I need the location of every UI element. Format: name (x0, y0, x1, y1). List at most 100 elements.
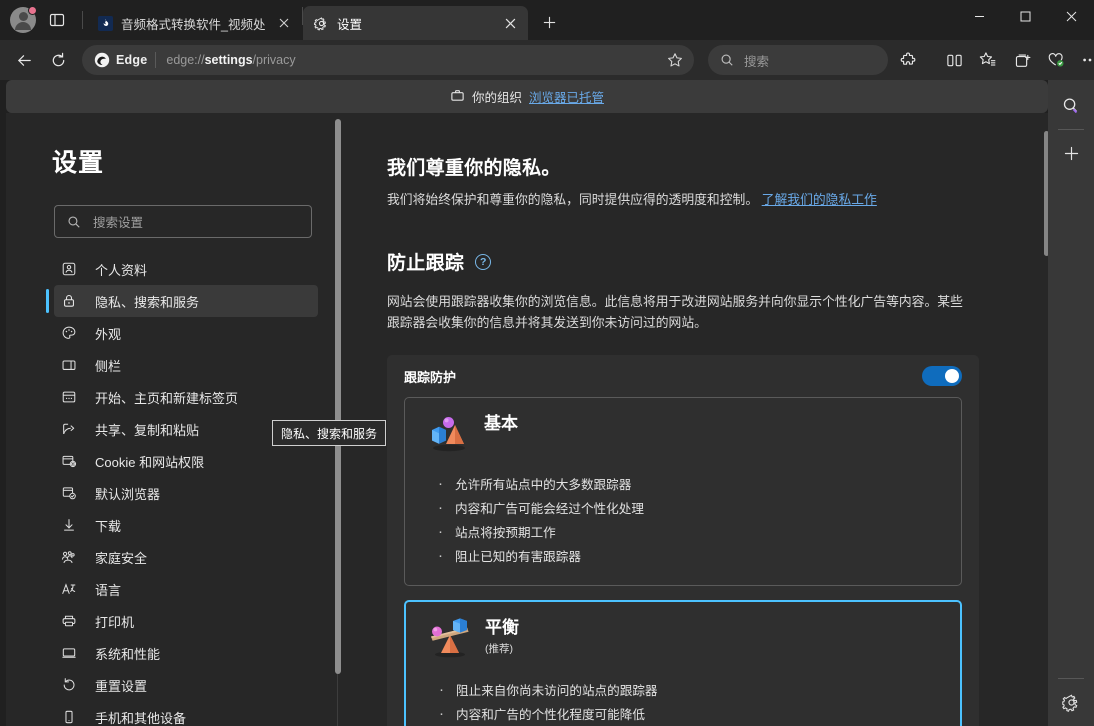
option-title: 平衡 (485, 618, 519, 637)
tab-item-0[interactable]: 音频格式转换软件_视频处理软件_ (87, 6, 302, 40)
sidebar-settings-gear-icon[interactable] (1055, 686, 1087, 718)
banner-text: 你的组织 (471, 91, 522, 105)
option-header: 平衡 (推荐) (406, 618, 960, 663)
printer-icon (60, 613, 77, 630)
more-options-icon[interactable] (1074, 44, 1094, 76)
sidebar-item-label: Cookie 和网站权限 (95, 454, 205, 470)
extensions-icon[interactable] (892, 44, 924, 76)
section-paragraph: 网站会使用跟踪器收集你的浏览信息。此信息将用于改进网站服务并向你显示个性化广告等… (387, 294, 963, 330)
settings-page: 设置 搜索设置 个人资料 隐私、搜索和服务 外观 侧栏 开始、主页和新建标签页 … (6, 113, 1048, 726)
reset-icon (60, 677, 77, 694)
tracking-option-balanced[interactable]: 平衡 (推荐) 阻止来自你尚未访问的站点的跟踪器 内容和广告的个性化程度可能降低… (404, 600, 962, 726)
site-favicon (97, 15, 113, 31)
sidebar-item-languages[interactable]: 语言 (54, 573, 318, 605)
sidebar-item-label: 系统和性能 (95, 646, 161, 662)
search-settings-placeholder: 搜索设置 (93, 216, 144, 230)
balance-scale-icon (429, 618, 471, 663)
tracking-option-basic[interactable]: 基本 允许所有站点中的大多数跟踪器 内容和广告可能会经过个性化处理 站点将按预期… (404, 397, 962, 586)
search-settings-input[interactable]: 搜索设置 (54, 205, 312, 238)
sidebar-item-downloads[interactable]: 下载 (54, 509, 318, 541)
avatar[interactable] (10, 6, 37, 33)
tab-title: 音频格式转换软件_视频处理软件_ (121, 17, 266, 32)
tab-title: 设置 (337, 17, 363, 32)
back-icon[interactable] (8, 44, 40, 76)
maximize-button[interactable] (1002, 0, 1048, 32)
settings-nav-list: 个人资料 隐私、搜索和服务 外观 侧栏 开始、主页和新建标签页 共享、复制和粘贴… (6, 253, 342, 726)
share-icon (60, 421, 77, 438)
question-mark-icon[interactable]: ? (475, 253, 492, 270)
sidebar-item-label: 外观 (95, 326, 122, 342)
browser-essentials-icon[interactable] (1040, 44, 1072, 76)
refresh-icon[interactable] (42, 44, 74, 76)
title-bar: 音频格式转换软件_视频处理软件_ 设置 (0, 0, 1094, 40)
sidebar-add-icon[interactable] (1055, 137, 1087, 169)
search-placeholder: 搜索 (744, 54, 770, 69)
palette-icon (60, 325, 77, 342)
sidebar-item-privacy[interactable]: 隐私、搜索和服务 (46, 285, 318, 317)
sidebar-item-label: 家庭安全 (95, 550, 148, 566)
sidebar-item-appearance[interactable]: 外观 (54, 317, 318, 349)
tooltip-text: 隐私、搜索和服务 (281, 426, 378, 441)
sidebar-search-icon[interactable] (1055, 90, 1087, 122)
address-bar[interactable]: Edge edge://settings/privacy (82, 45, 694, 75)
favorites-icon[interactable] (972, 44, 1004, 76)
default-browser-icon (60, 485, 77, 502)
sidebar-item-label: 默认浏览器 (95, 486, 161, 502)
split-screen-icon[interactable] (938, 44, 970, 76)
sidebar-item-label: 共享、复制和粘贴 (95, 422, 200, 438)
sidebar-item-family-safety[interactable]: 家庭安全 (54, 541, 318, 573)
sidebar-item-cookies[interactable]: Cookie 和网站权限 (54, 445, 318, 477)
sidebar-item-label: 重置设置 (95, 678, 148, 694)
managed-link[interactable]: 浏览器已托管 (529, 87, 604, 106)
sidebar-item-profile[interactable]: 个人资料 (54, 253, 318, 285)
managed-browser-banner: 你的组织 浏览器已托管 (6, 80, 1048, 113)
sidebar-item-label: 下载 (95, 518, 122, 534)
close-icon[interactable] (500, 13, 520, 33)
search-box[interactable]: 搜索 (708, 45, 888, 75)
sidebar-item-startpage[interactable]: 开始、主页和新建标签页 (54, 381, 318, 413)
close-button[interactable] (1048, 0, 1094, 32)
browser-window: 音频格式转换软件_视频处理软件_ 设置 (0, 0, 1094, 726)
tracking-prevention-toggle[interactable] (922, 366, 962, 386)
family-icon (60, 549, 77, 566)
privacy-learn-link[interactable]: 了解我们的隐私工作 (762, 192, 877, 207)
lock-icon (60, 293, 77, 310)
sidebar-item-system[interactable]: 系统和性能 (54, 637, 318, 669)
sidebar-item-label: 隐私、搜索和服务 (95, 294, 200, 310)
settings-content: 我们尊重你的隐私。 我们将始终保护和尊重你的隐私，同时提供应得的透明度和控制。 … (342, 113, 1048, 726)
briefcase-icon (450, 88, 465, 106)
tracking-prevention-card: 跟踪防护 基本 · 允许所有站点中的大多数跟踪器 · 内容和广告可能会经过个性化… (387, 355, 979, 726)
new-tab-button[interactable] (534, 7, 564, 37)
minimize-button[interactable] (956, 0, 1002, 32)
collections-icon[interactable] (1006, 44, 1038, 76)
tracking-prevention-header: 跟踪防护 (404, 355, 962, 397)
sidebar-item-printers[interactable]: 打印机 (54, 605, 318, 637)
list-item: 站点将按预期工作 (436, 520, 961, 545)
sidebar-item-label: 个人资料 (95, 262, 148, 278)
tab-item-1[interactable]: 设置 (303, 6, 528, 40)
shapes-basic-icon (428, 414, 470, 457)
content-lead: 我们将始终保护和尊重你的隐私，同时提供应得的透明度和控制。 了解我们的隐私工作 (387, 189, 972, 210)
sidebar-icon (60, 357, 77, 374)
sidebar-item-default-browser[interactable]: 默认浏览器 (54, 477, 318, 509)
phone-icon (60, 709, 77, 726)
list-item: 允许所有站点中的大多数跟踪器 (436, 472, 961, 497)
titlebar-divider (82, 11, 83, 29)
sidebar-item-phone[interactable]: 手机和其他设备 (54, 701, 318, 726)
sidebar-item-label: 侧栏 (95, 358, 122, 374)
option-title: 基本 (484, 414, 518, 433)
tab-actions-icon[interactable] (42, 5, 72, 35)
cookie-icon (60, 453, 77, 470)
close-icon[interactable] (274, 13, 294, 33)
sidebar-item-label: 手机和其他设备 (95, 710, 187, 726)
window-controls (956, 0, 1094, 40)
sidebar-bottom-group (1048, 671, 1094, 718)
sidebar-scrollbar[interactable] (335, 119, 341, 674)
favorite-star-icon[interactable] (662, 47, 688, 73)
option-bullet-list: 阻止来自你尚未访问的站点的跟踪器 内容和广告的个性化程度可能降低 站点将按预期工… (437, 678, 960, 726)
omnibox-brand: Edge (116, 53, 148, 67)
list-item: 内容和广告的个性化程度可能降低 (437, 702, 960, 726)
sidebar-item-reset[interactable]: 重置设置 (54, 669, 318, 701)
sidebar-item-sidebar[interactable]: 侧栏 (54, 349, 318, 381)
address-bar-url: edge://settings/privacy (166, 53, 296, 67)
